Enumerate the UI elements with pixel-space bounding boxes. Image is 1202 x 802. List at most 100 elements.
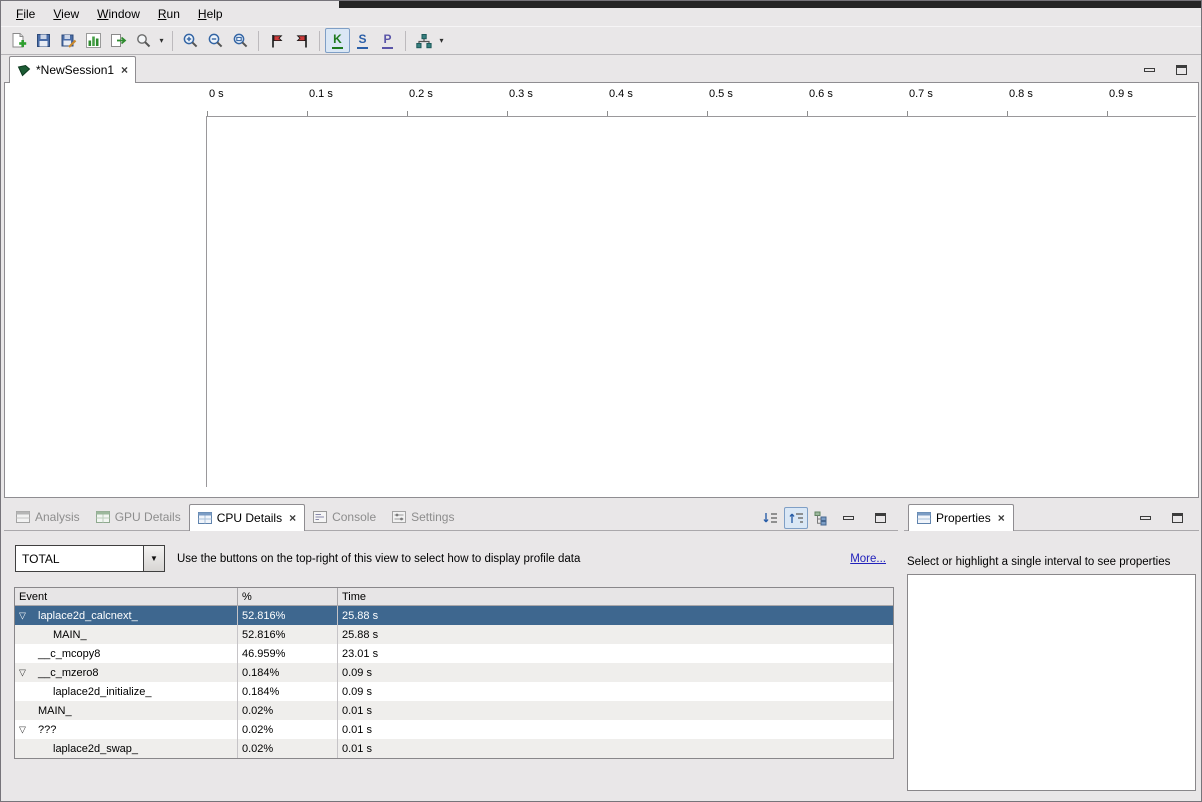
table-row[interactable]: __c_mcopy8 46.959% 23.01 s [15,644,893,663]
profiler-window: File View Window Run Help ▾ [0,0,1202,802]
kernel-mode-button[interactable]: K [325,28,350,53]
menu-help[interactable]: Help [189,3,232,25]
save-as-icon [60,32,77,49]
details-view-toolbar [758,507,834,529]
table-row[interactable]: ▽??? 0.02% 0.01 s [15,720,893,739]
new-session-button[interactable] [6,28,31,53]
event-time: 23.01 s [337,644,893,663]
expander-icon[interactable]: ▽ [19,724,26,735]
menu-file[interactable]: File [7,3,44,25]
zoom-fit-button[interactable] [228,28,253,53]
menu-window[interactable]: Window [88,3,149,25]
minimize-button[interactable] [840,510,856,525]
table-row[interactable]: laplace2d_swap_ 0.02% 0.01 s [15,739,893,758]
process-mode-icon: P [382,33,392,49]
chevron-down-icon: ▼ [150,554,158,563]
table-header: Event % Time [15,588,893,606]
top-down-view-button[interactable] [784,507,808,529]
close-icon[interactable]: × [996,511,1005,525]
flat-profile-view-button[interactable] [758,507,782,529]
flat-list-icon [761,510,779,526]
ruler-tick-label: 0.4 s [609,88,633,100]
event-time: 0.01 s [337,720,893,739]
stream-mode-button[interactable]: S [350,28,375,53]
menu-run[interactable]: Run [149,3,189,25]
save-button[interactable] [31,28,56,53]
analysis-button[interactable] [411,28,436,53]
tab-properties[interactable]: Properties × [908,504,1014,531]
flag-backward-icon [294,33,310,49]
column-header-event[interactable]: Event [15,588,237,605]
toolbar-separator [172,31,173,51]
maximize-button[interactable] [1169,510,1185,525]
combobox-dropdown-button[interactable]: ▼ [143,545,165,572]
session-tab[interactable]: *NewSession1 × [9,56,136,83]
magnifier-icon [135,32,152,49]
timeline-view: 0 s 0.1 s 0.2 s 0.3 s 0.4 s 0.5 s 0.6 s … [4,82,1199,498]
maximize-button[interactable] [872,510,888,525]
zoom-in-button[interactable] [178,28,203,53]
save-as-button[interactable] [56,28,81,53]
bar-chart-icon [85,32,102,49]
tab-label: Properties [936,511,991,525]
zoom-out-icon [207,32,224,49]
table-row[interactable]: ▽__c_mzero8 0.184% 0.09 s [15,663,893,682]
tab-settings[interactable]: Settings [384,504,462,530]
ruler-tick-label: 0.6 s [809,88,833,100]
expander-icon[interactable]: ▽ [19,667,26,678]
export-icon [110,32,127,49]
tab-cpu-details[interactable]: CPU Details × [189,504,305,531]
new-session-icon [10,32,27,49]
tab-console[interactable]: Console [305,504,384,530]
event-name: ??? [38,724,56,736]
maximize-icon [875,513,886,523]
ruler-tick-label: 0.1 s [309,88,333,100]
menu-view[interactable]: View [44,3,88,25]
minimize-button[interactable] [1141,62,1157,77]
search-button[interactable] [131,28,156,53]
properties-tab-icon [917,512,931,524]
more-link[interactable]: More... [850,553,886,565]
zoom-out-button[interactable] [203,28,228,53]
expander-icon[interactable]: ▽ [19,610,26,621]
event-percent: 46.959% [237,644,337,663]
table-row[interactable]: MAIN_ 52.816% 25.88 s [15,625,893,644]
ruler-tick-label: 0.9 s [1109,88,1133,100]
tab-label: Analysis [35,510,80,524]
save-icon [35,32,52,49]
column-header-percent[interactable]: % [237,588,337,605]
close-icon[interactable]: × [119,63,128,77]
export-button[interactable] [106,28,131,53]
tab-analysis[interactable]: Analysis [8,504,88,530]
minimize-button[interactable] [1137,510,1153,525]
combobox-value: TOTAL [15,545,143,572]
analysis-dropdown-caret-icon[interactable]: ▾ [436,36,447,45]
close-icon[interactable]: × [287,511,296,525]
column-header-time[interactable]: Time [337,588,893,605]
table-row[interactable]: MAIN_ 0.02% 0.01 s [15,701,893,720]
ruler-tick-label: 0.3 s [509,88,533,100]
toolbar-separator [258,31,259,51]
ruler-tick-label: 0.5 s [709,88,733,100]
gpu-details-tab-icon [96,511,110,523]
report-button[interactable] [81,28,106,53]
kernel-mode-icon: K [332,33,343,49]
table-row[interactable]: ▽laplace2d_calcnext_ 52.816% 25.88 s [15,606,893,625]
search-dropdown-caret-icon[interactable]: ▾ [156,36,167,45]
prev-marker-button[interactable] [289,28,314,53]
console-tab-icon [313,511,327,523]
bottom-up-view-button[interactable] [810,507,834,529]
next-marker-button[interactable] [264,28,289,53]
timeline-editor: *NewSession1 × 0 s 0.1 s 0.2 s 0.3 s 0.4… [4,56,1199,498]
maximize-button[interactable] [1173,62,1189,77]
tab-label: CPU Details [217,511,282,525]
properties-panel: Properties × Select or highlight a singl… [904,504,1199,794]
maximize-icon [1172,513,1183,523]
hierarchy-icon [813,510,831,526]
event-name: laplace2d_swap_ [53,743,138,755]
display-mode-combobox[interactable]: TOTAL ▼ [15,545,165,572]
process-mode-button[interactable]: P [375,28,400,53]
table-row[interactable]: laplace2d_initialize_ 0.184% 0.09 s [15,682,893,701]
tab-gpu-details[interactable]: GPU Details [88,504,189,530]
timeline-canvas[interactable] [207,117,1198,497]
